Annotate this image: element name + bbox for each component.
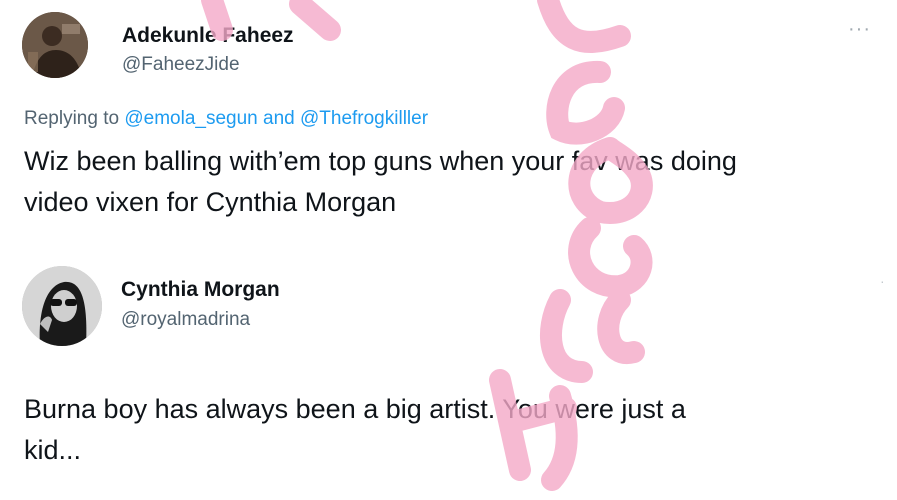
tweet-faheez[interactable]: Adekunle Faheez @FaheezJide ··· Replying… [0,0,897,240]
reply-context: Replying to @emola_segun and @Thefrogkil… [24,108,428,130]
author-name[interactable]: Cynthia Morgan [121,278,280,302]
reply-prefix: Replying to [24,108,120,129]
mention-link[interactable]: @Thefrogkilller [300,108,428,129]
more-icon[interactable]: · [880,274,886,288]
reply-conjunction: and [263,108,295,129]
more-icon[interactable]: ··· [848,19,871,39]
avatar[interactable] [22,266,102,346]
author-handle[interactable]: @royalmadrina [121,309,250,331]
avatar-photo-icon [22,266,102,346]
mention-link[interactable]: @emola_segun [124,108,257,129]
avatar-photo-icon [22,12,88,78]
avatar[interactable] [22,12,88,78]
tweet-text: Wiz been balling with’em top guns when y… [24,146,737,217]
author-handle[interactable]: @FaheezJide [122,54,240,76]
author-name[interactable]: Adekunle Faheez [122,24,294,48]
tweet-cynthia[interactable]: Cynthia Morgan @royalmadrina · Burna boy… [0,240,897,500]
tweet-text: Burna boy has always been a big artist. … [24,394,686,465]
